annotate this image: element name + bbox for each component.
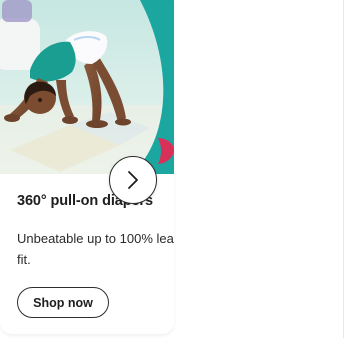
card-description-line: Unbeatable up to 100% leak xyxy=(17,231,174,246)
shop-now-button[interactable]: Shop now xyxy=(17,287,109,318)
card-description-line: fit. xyxy=(17,252,31,267)
page: 360° pull-on diapers Unbeatable up to 10… xyxy=(0,0,345,338)
baby-photo-illustration xyxy=(0,0,174,174)
chevron-right-icon xyxy=(128,171,138,189)
carousel-next-button[interactable] xyxy=(109,156,157,204)
card-description: Unbeatable up to 100% leak fit. xyxy=(17,228,174,270)
product-image[interactable] xyxy=(0,0,174,174)
divider xyxy=(343,0,344,338)
